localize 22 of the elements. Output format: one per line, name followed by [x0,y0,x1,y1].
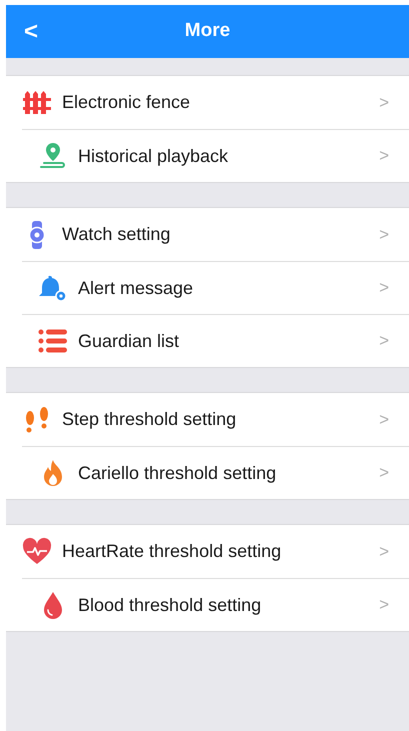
bell-gear-icon [38,273,68,303]
chevron-icon: > [379,538,389,564]
menu-item-label[interactable]: Electronic fence [62,89,370,116]
chevron-icon: > [379,592,389,618]
menu-item-label[interactable]: Alert message [78,274,370,302]
chevron-icon: > [379,406,389,432]
chevron-icon: > [379,143,389,169]
menu-item-label[interactable]: Historical playback [78,142,370,170]
menu-item-label[interactable]: Step threshold setting [62,406,370,433]
heart-pulse-icon [22,536,52,566]
page-title: More [184,19,230,44]
menu-item-label[interactable]: Blood threshold setting [78,592,370,618]
chevron-icon: > [379,328,389,354]
menu-item-label[interactable]: Watch setting [62,221,370,248]
location-pin-icon [38,141,68,171]
menu-item-label[interactable]: Guardian list [78,328,370,354]
menu-item-label[interactable]: Cariello threshold setting [78,460,370,486]
menu-item-label[interactable]: HeartRate threshold setting [62,538,370,565]
chevron-icon: > [379,90,389,116]
chevron-icon: > [379,460,389,486]
chevron-icon: > [379,275,389,301]
chevron-icon: > [379,222,389,248]
